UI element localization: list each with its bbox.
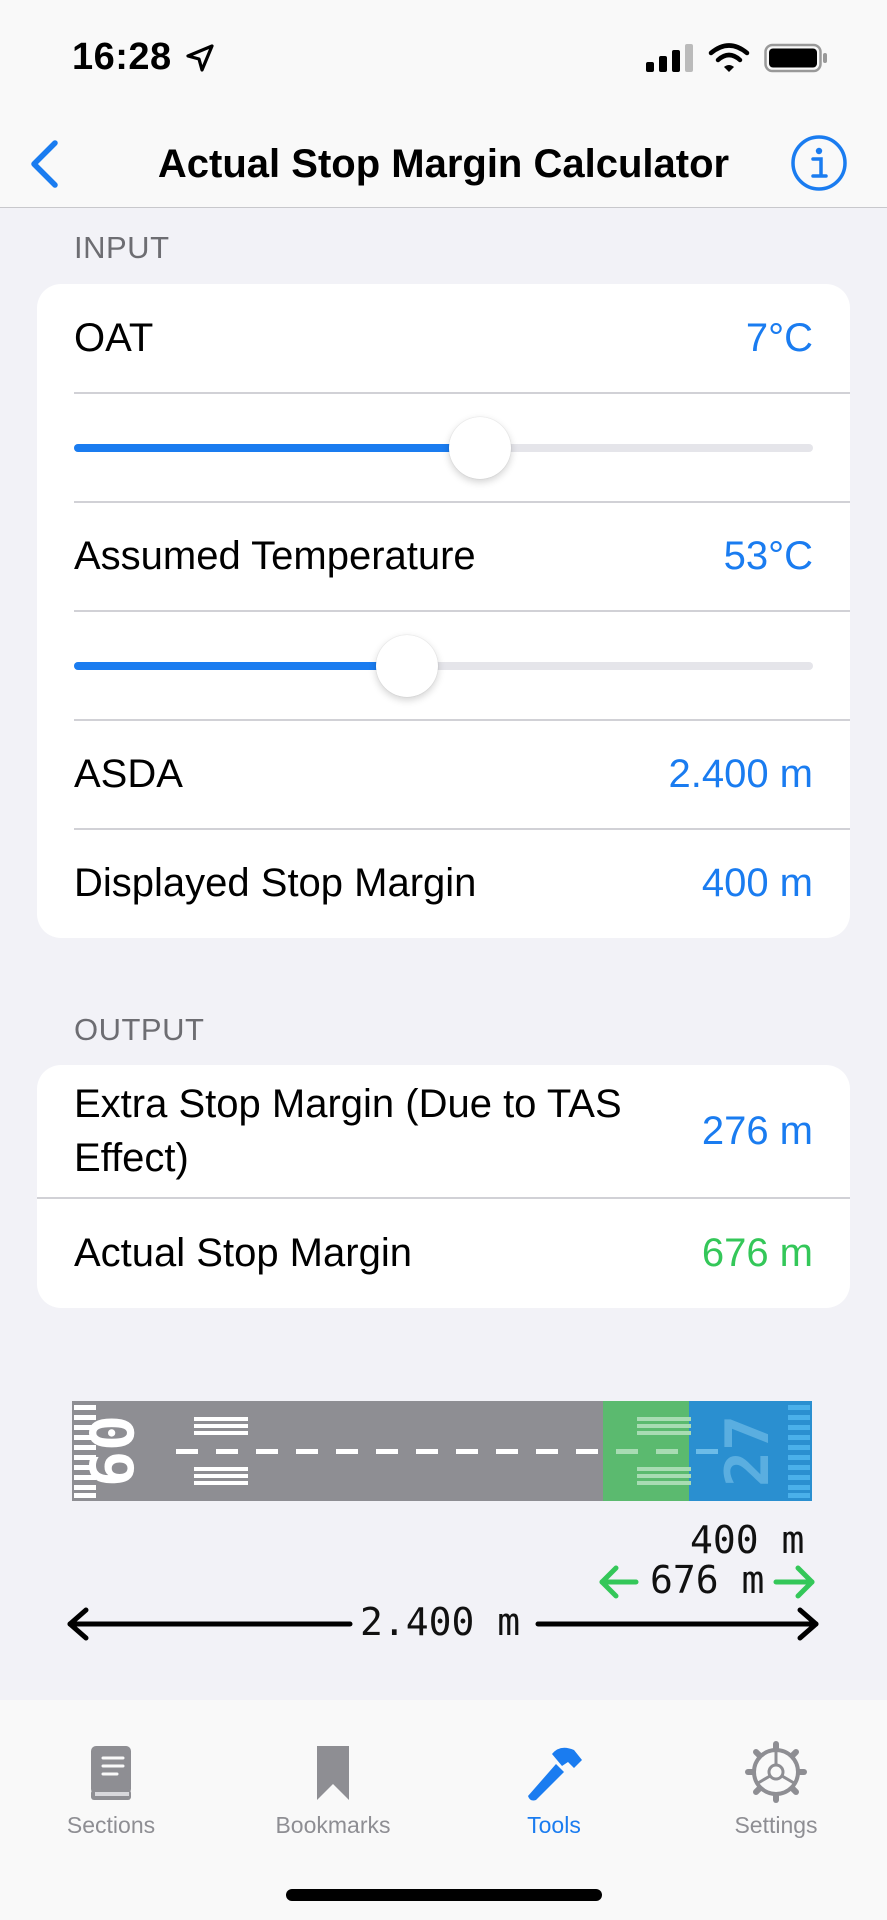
output-section-header: OUTPUT [74,1012,205,1047]
book-icon [91,1746,131,1800]
hammer-icon [528,1747,582,1801]
navigation-bar: Actual Stop Margin Calculator [0,120,887,208]
oat-slider[interactable] [74,393,850,501]
tab-bar: Sections Bookmarks Tools Settings [0,1700,887,1920]
gear-icon [745,1741,807,1803]
actual-stop-margin-label: Actual Stop Margin [74,1231,412,1275]
tab-label: Tools [527,1812,581,1838]
tab-label: Bookmarks [275,1812,391,1838]
asda-row[interactable]: ASDA 2.400 m [37,720,850,828]
back-button[interactable] [14,130,74,198]
displayed-stop-margin-value[interactable]: 400 m [702,861,813,906]
cellular-signal-icon [646,44,693,72]
input-section-header: INPUT [74,230,170,265]
output-card: Extra Stop Margin (Due to TAS Effect) 27… [37,1065,850,1308]
assumed-temperature-label: Assumed Temperature [74,534,476,578]
displayed-stop-margin-label: Displayed Stop Margin [74,861,477,905]
displayed-stop-margin-row[interactable]: Displayed Stop Margin 400 m [37,829,850,937]
asda-dimension: 2.400 m [360,1600,521,1644]
slider-fill [74,444,481,452]
slider-thumb[interactable] [449,417,512,479]
bookmark-icon [317,1746,349,1800]
runway-number-left: 09 [75,1415,145,1487]
actual-stop-margin-row: Actual Stop Margin 676 m [37,1198,850,1308]
asda-label: ASDA [74,752,183,796]
oat-label: OAT [74,316,154,360]
extra-stop-margin-row: Extra Stop Margin (Due to TAS Effect) 27… [37,1065,850,1197]
oat-row: OAT 7°C [37,284,850,392]
chevron-left-icon [31,140,58,188]
displayed-margin-dimension: 400 m [690,1518,805,1562]
actual-stop-margin-value: 676 m [701,1230,813,1275]
assumed-temperature-row: Assumed Temperature 53°C [37,502,850,610]
tab-label: Sections [66,1812,156,1838]
status-bar: 16:28 [0,0,887,120]
oat-value: 7°C [745,315,813,360]
status-time: 16:28 [72,36,172,78]
assumed-temperature-slider[interactable] [74,611,850,719]
extra-stop-margin-value: 276 m [701,1108,813,1153]
home-indicator [286,1889,602,1901]
tab-tools[interactable]: Tools [454,1740,654,1850]
wifi-icon [708,43,750,72]
page-title: Actual Stop Margin Calculator [157,141,730,186]
info-button[interactable] [786,130,852,196]
tab-label: Settings [734,1812,818,1838]
tab-settings[interactable]: Settings [676,1740,876,1850]
extra-stop-margin-label: Extra Stop Margin (Due to TAS Effect) [74,1082,622,1180]
actual-margin-dimension: 676 m [650,1558,765,1602]
input-card: OAT 7°C Assumed Temperature 53°C ASDA 2.… [37,284,850,938]
tab-bookmarks[interactable]: Bookmarks [233,1740,433,1850]
asda-value[interactable]: 2.400 m [668,752,813,797]
slider-thumb[interactable] [375,635,438,697]
runway-markings: 09 27 [74,1405,810,1498]
info-icon [791,135,847,191]
battery-icon [764,43,827,73]
runway-number-right: 27 [713,1415,783,1487]
assumed-temperature-value: 53°C [723,533,813,578]
tab-sections[interactable]: Sections [11,1740,211,1850]
slider-fill [74,662,407,670]
location-arrow-icon [186,44,214,72]
runway-diagram: 09 27 [72,1401,812,1501]
